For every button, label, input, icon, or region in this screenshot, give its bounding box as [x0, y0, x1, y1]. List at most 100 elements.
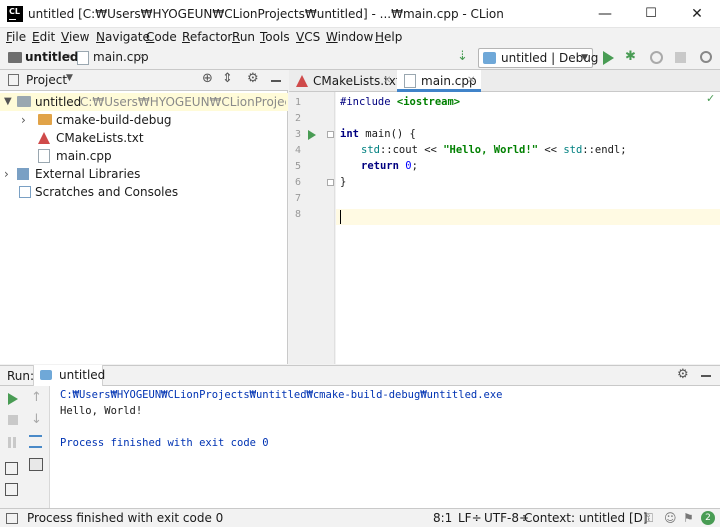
status-caret-position[interactable]: 8:1 — [433, 511, 452, 525]
tree-root-label: untitled — [35, 95, 82, 109]
tool-windows-icon[interactable] — [6, 513, 18, 524]
code-token: ; — [411, 160, 418, 172]
close-button[interactable]: ✕ — [674, 0, 720, 28]
pause-icon[interactable] — [8, 437, 11, 448]
folder-icon — [17, 96, 31, 107]
fold-icon[interactable] — [327, 131, 334, 138]
line-number: 6 — [294, 177, 301, 188]
hide-icon[interactable] — [271, 80, 281, 82]
cmake-target-icon — [483, 52, 496, 64]
hide-icon[interactable] — [701, 375, 711, 377]
inspection-ok-icon[interactable]: ✓ — [706, 92, 715, 105]
tree-item-build-dir[interactable]: › cmake-build-debug — [0, 111, 288, 129]
current-line-highlight — [336, 209, 720, 225]
menu-navigate[interactable]: Navigate — [96, 30, 150, 44]
arrow-up-icon[interactable]: ↑ — [31, 390, 42, 405]
gear-icon[interactable]: ⚙ — [677, 367, 689, 382]
pin-tab-icon[interactable] — [5, 483, 18, 496]
event-log-icon[interactable]: ⚑ — [683, 511, 694, 525]
minimize-button[interactable]: — — [582, 0, 628, 28]
status-encoding[interactable]: UTF-8÷ — [484, 511, 529, 525]
menu-tools[interactable]: Tools — [260, 30, 290, 44]
breadcrumb-separator-icon: › — [67, 49, 72, 63]
close-icon[interactable]: ✕ — [383, 70, 391, 92]
status-message[interactable]: Process finished with exit code 0 — [27, 511, 223, 525]
close-icon[interactable]: ✕ — [467, 70, 475, 92]
tree-cmakelists-label: CMakeLists.txt — [56, 131, 144, 145]
code-token: <iostream> — [396, 96, 461, 108]
soft-wrap-icon[interactable] — [29, 435, 42, 448]
chevron-down-icon[interactable]: ▼ — [4, 93, 12, 111]
menu-edit[interactable]: Edit — [32, 30, 55, 44]
menu-code[interactable]: Code — [146, 30, 177, 44]
run-icon[interactable] — [603, 51, 614, 65]
run-configuration-select[interactable]: untitled | Debug ▼ — [478, 48, 598, 68]
tree-item-cmakelists[interactable]: CMakeLists.txt — [0, 129, 288, 147]
scroll-to-end-icon[interactable] — [29, 458, 43, 471]
code-token: return — [361, 160, 399, 172]
tree-external-libraries-label: External Libraries — [35, 167, 141, 181]
menu-window[interactable]: Window — [326, 30, 373, 44]
build-icon[interactable]: ⇣ — [457, 49, 468, 64]
chevron-right-icon[interactable]: › — [4, 165, 9, 183]
tab-cmakelists[interactable]: CMakeLists.txt ✕ — [289, 70, 401, 92]
maximize-button[interactable]: ☐ — [628, 0, 674, 28]
code-line-1: #include <iostream> — [340, 96, 460, 112]
tree-item-external-libraries[interactable]: › External Libraries — [0, 165, 288, 183]
folder-icon — [38, 114, 52, 125]
code-token: ::endl; — [582, 144, 627, 156]
stop-icon[interactable] — [675, 52, 686, 63]
project-view-title[interactable]: Project — [26, 73, 67, 87]
run-tab-untitled[interactable]: untitled — [33, 365, 106, 386]
debug-icon[interactable]: ✱ — [625, 49, 636, 64]
stop-icon[interactable] — [8, 415, 18, 425]
run-panel-header: Run: untitled ⚙ — [0, 365, 720, 386]
line-number: 8 — [294, 209, 301, 220]
fold-icon[interactable] — [327, 179, 334, 186]
status-line-separator[interactable]: LF÷ — [458, 511, 482, 525]
line-number: 3 — [294, 129, 301, 140]
run-toolbar: ↑ ↓ — [0, 386, 50, 508]
cmake-icon — [38, 132, 50, 144]
menu-refactor[interactable]: Refactor — [182, 30, 232, 44]
tree-item-root[interactable]: ▼ untitled C:₩Users₩HYOGEUN₩CLionProject… — [0, 93, 288, 111]
menu-vcs[interactable]: VCS — [296, 30, 320, 44]
status-context[interactable]: Context: untitled [D] — [524, 511, 648, 525]
search-icon[interactable] — [700, 51, 712, 63]
menu-run[interactable]: Run — [232, 30, 255, 44]
tab-main-cpp[interactable]: main.cpp ✕ — [397, 70, 481, 92]
chevron-down-icon[interactable]: ▼ — [66, 73, 73, 83]
tree-item-main-cpp[interactable]: main.cpp — [0, 147, 288, 165]
chevron-right-icon[interactable]: › — [21, 111, 26, 129]
profile-icon[interactable] — [650, 51, 663, 64]
menu-file[interactable]: File — [6, 30, 26, 44]
run-tab-label: untitled — [59, 368, 106, 382]
run-console[interactable]: C:₩Users₩HYOGEUN₩CLionProjects₩untitled₩… — [50, 386, 720, 508]
code-editor[interactable]: #include <iostream> int main() { std::co… — [336, 92, 720, 364]
layout-icon[interactable] — [5, 462, 18, 475]
locate-icon[interactable]: ⊕ — [202, 71, 213, 86]
tree-main-cpp-label: main.cpp — [56, 149, 112, 163]
menu-view[interactable]: View — [61, 30, 89, 44]
cpp-file-icon — [404, 74, 416, 88]
menu-help[interactable]: Help — [375, 30, 402, 44]
code-token: "Hello, World!" — [443, 144, 539, 156]
lock-icon[interactable]: ⚿ — [644, 511, 653, 526]
rerun-icon[interactable] — [8, 393, 18, 405]
arrow-down-icon[interactable]: ↓ — [31, 412, 42, 427]
notifications-badge[interactable]: 2 — [701, 511, 715, 525]
tree-item-scratches[interactable]: Scratches and Consoles — [0, 183, 288, 201]
title-bar: CL untitled [C:₩Users₩HYOGEUN₩CLionProje… — [0, 0, 720, 28]
collapse-all-icon[interactable]: ⇕ — [222, 71, 233, 86]
code-token: std — [361, 144, 380, 156]
chevron-down-icon: ▼ — [581, 53, 588, 63]
code-token: int — [340, 128, 359, 140]
line-number: 7 — [294, 193, 301, 204]
gear-icon[interactable]: ⚙ — [247, 71, 259, 86]
inspector-icon[interactable]: ☺ — [664, 511, 677, 525]
editor-gutter: 1 2 3 4 5 6 7 8 — [289, 92, 335, 364]
code-line-4: std::cout << "Hello, World!" << std::end… — [361, 144, 627, 160]
text-caret — [340, 210, 341, 224]
navigation-bar: untitled › main.cpp › ⇣ untitled | Debug… — [0, 46, 720, 70]
run-gutter-icon[interactable] — [308, 130, 316, 140]
